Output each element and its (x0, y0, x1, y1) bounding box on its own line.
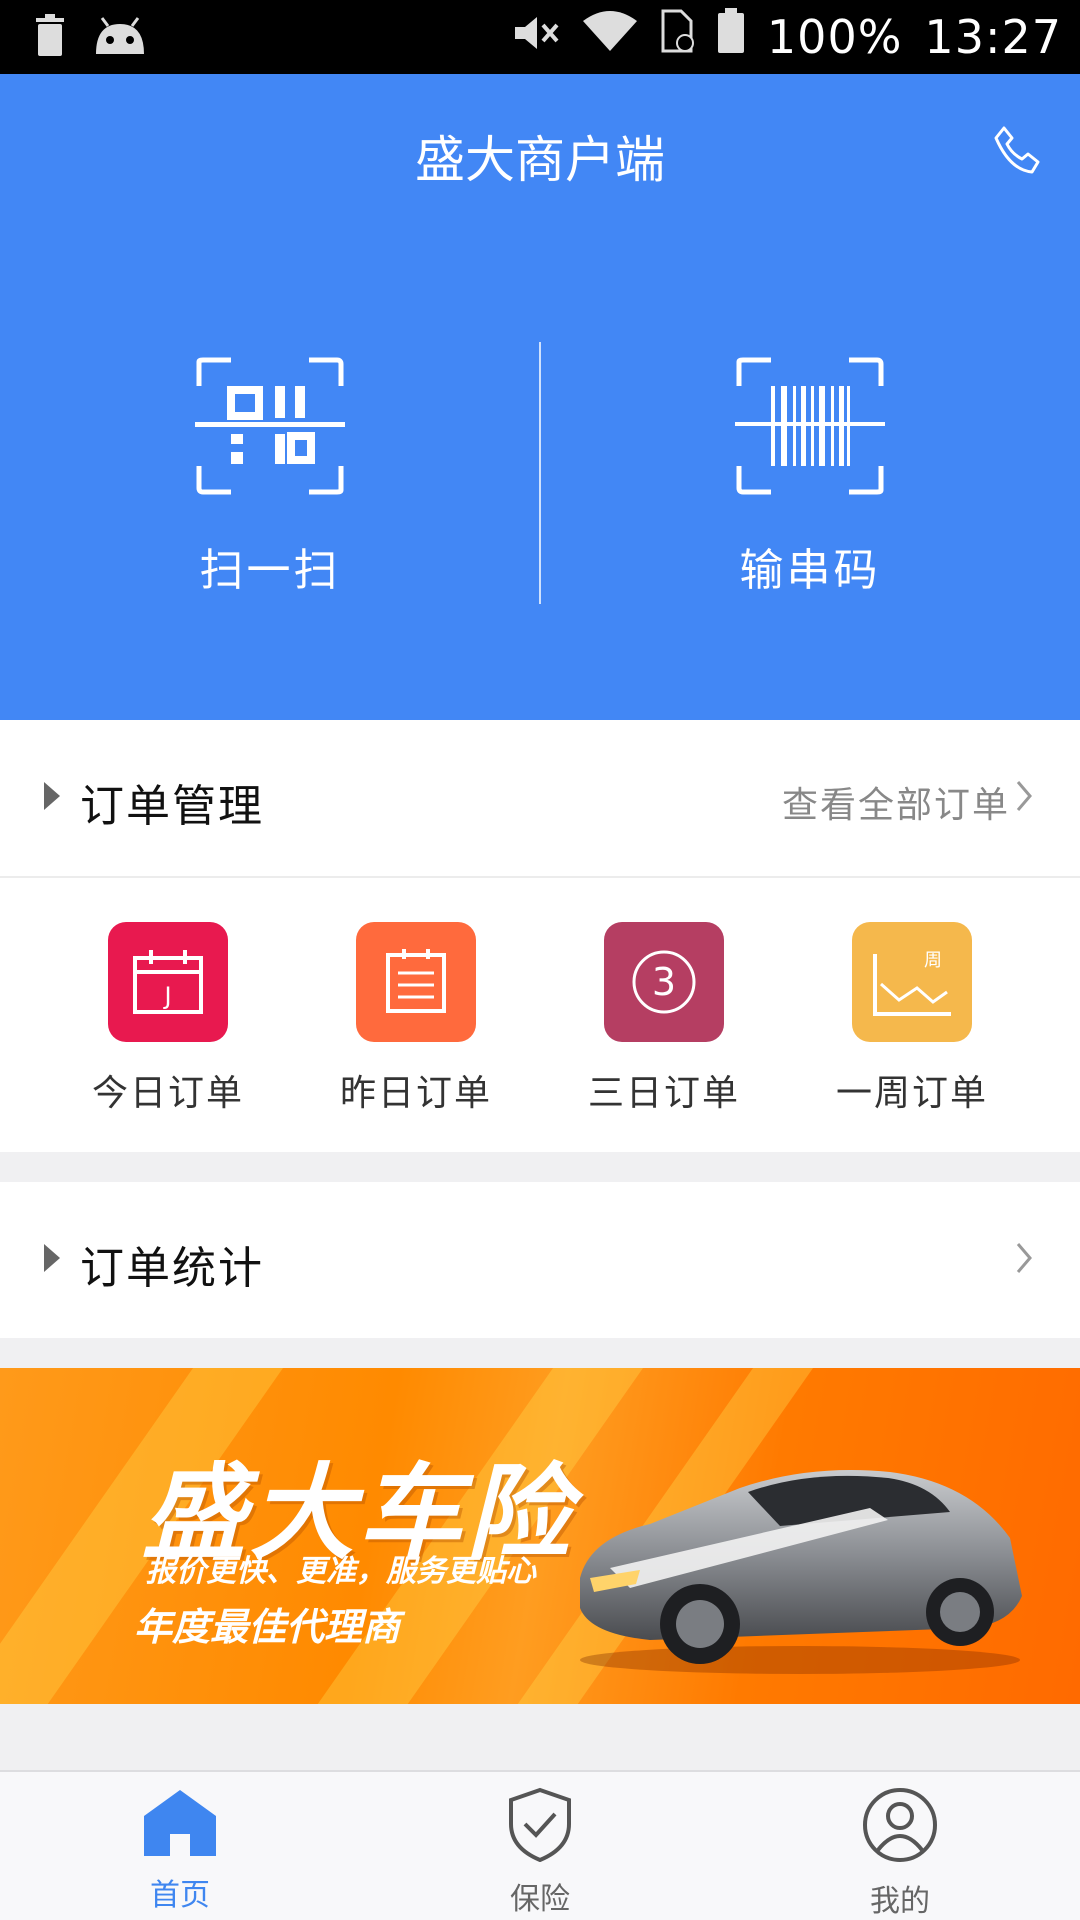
banner-tagline: 年度最佳代理商 (134, 1605, 401, 1649)
home-icon (144, 1790, 216, 1856)
divider (539, 342, 541, 604)
battery-level: 100% (766, 9, 903, 64)
calendar-icon: J (108, 922, 228, 1042)
notepad-icon (356, 922, 476, 1042)
quick-order-row: J 今日订单 昨日订单 3 三日订单 周 一周订单 (0, 878, 1080, 1154)
bottom-nav: 首页 保险 我的 (0, 1770, 1080, 1920)
nav-insurance-label: 保险 (510, 1882, 570, 1917)
car-insurance-banner[interactable]: 盛大车险 报价更快、更准，服务更贴心 年度最佳代理商 (0, 1368, 1080, 1704)
clock: 13:27 (924, 9, 1062, 64)
shield-check-icon (509, 1787, 571, 1863)
today-orders-label: 今日订单 (91, 1073, 244, 1114)
chevron-right-icon (1016, 1243, 1032, 1273)
status-bar: 100% 13:27 (0, 0, 1080, 74)
serial-label: 输串码 (739, 545, 881, 596)
caret-right-icon (44, 782, 60, 810)
nav-mine-label: 我的 (870, 1884, 930, 1919)
yesterday-orders-label: 昨日订单 (339, 1073, 492, 1114)
qr-scan-icon (195, 357, 345, 495)
app-title: 盛大商户端 (415, 131, 665, 189)
svg-text:周: 周 (924, 950, 942, 971)
phone-icon[interactable] (990, 124, 1042, 176)
svg-text:3: 3 (652, 960, 676, 1004)
order-statistics-title: 订单统计 (80, 1243, 264, 1294)
order-statistics-card[interactable]: 订单统计 (0, 1182, 1080, 1338)
barcode-scan-icon (735, 357, 885, 495)
week-orders-label: 一周订单 (835, 1073, 988, 1114)
caret-right-icon (44, 1244, 60, 1272)
order-management-title: 订单管理 (80, 781, 264, 832)
today-orders-button[interactable]: J 今日订单 (58, 922, 278, 1116)
nav-home-label: 首页 (150, 1878, 210, 1913)
sports-car-image (580, 1470, 1022, 1674)
yesterday-orders-button[interactable]: 昨日订单 (306, 922, 526, 1116)
trend-chart-icon: 周 (852, 922, 972, 1042)
circle-three-icon: 3 (604, 922, 724, 1042)
nav-home[interactable]: 首页 (80, 1786, 280, 1914)
sim-icon (659, 9, 695, 64)
nav-mine[interactable]: 我的 (800, 1786, 1000, 1920)
order-management-header[interactable]: 订单管理 查看全部订单 (0, 720, 1080, 876)
chevron-right-icon (1016, 781, 1032, 811)
battery-icon (717, 8, 745, 65)
wifi-icon (582, 10, 637, 64)
user-icon (863, 1788, 937, 1862)
trash-icon (34, 14, 66, 62)
three-day-orders-label: 三日订单 (587, 1073, 740, 1114)
header: 盛大商户端 扫一扫 输串码 (0, 74, 1080, 720)
scan-label: 扫一扫 (199, 545, 341, 596)
banner-subtitle: 报价更快、更准，服务更贴心 (146, 1554, 536, 1589)
serial-input-button[interactable]: 输串码 (660, 356, 960, 598)
week-orders-button[interactable]: 周 一周订单 (802, 922, 1022, 1116)
view-all-orders-link[interactable]: 查看全部订单 (782, 776, 1010, 828)
svg-text:J: J (162, 982, 171, 1010)
mute-icon (513, 10, 561, 64)
android-icon (92, 16, 148, 60)
scan-button[interactable]: 扫一扫 (120, 356, 420, 598)
three-day-orders-button[interactable]: 3 三日订单 (554, 922, 774, 1116)
nav-insurance[interactable]: 保险 (440, 1786, 640, 1918)
order-management-card: 订单管理 查看全部订单 J 今日订单 昨日订单 3 三日订单 周 一周订单 (0, 720, 1080, 1152)
